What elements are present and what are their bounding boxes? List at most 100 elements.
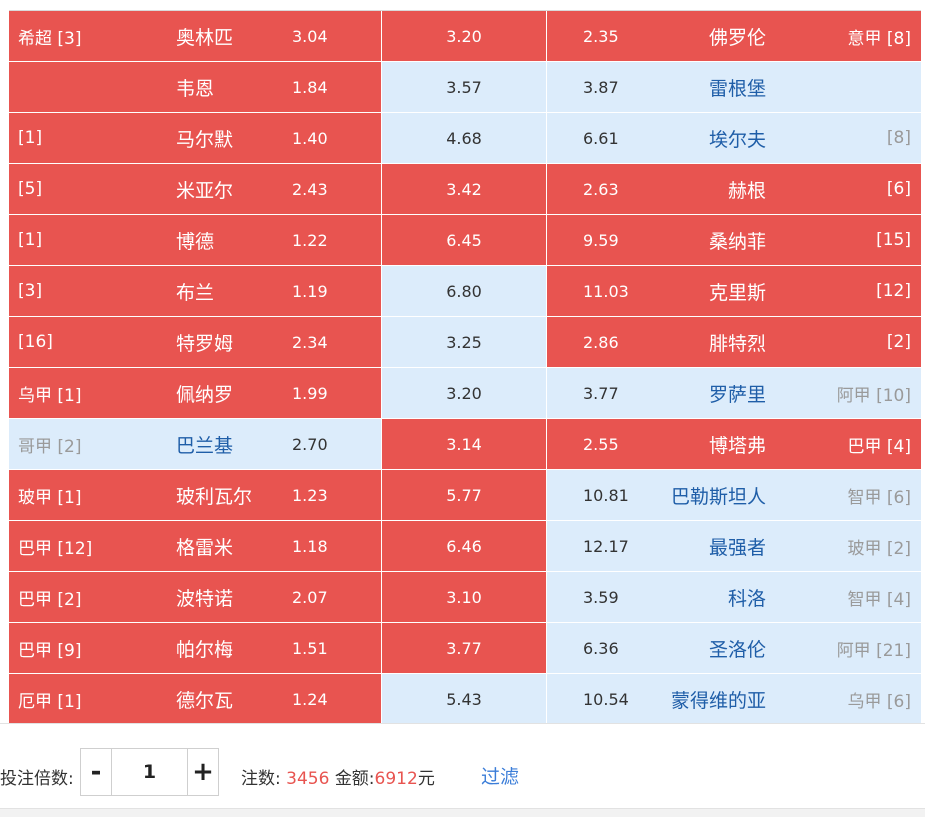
minus-button[interactable]: - [81, 749, 111, 795]
draw-option[interactable]: 3.25 [382, 317, 547, 367]
away-win-option[interactable]: 3.87 雷根堡 [547, 62, 921, 112]
away-win-odds: 6.36 [583, 638, 619, 658]
plus-button[interactable]: + [188, 749, 218, 795]
away-win-odds: 12.17 [583, 536, 629, 556]
match-row: 巴甲 [2] 波特诺 2.07 3.10 3.59 科洛 智甲 [4] [9, 572, 921, 623]
home-win-option[interactable]: [1] 博德 1.22 [9, 215, 382, 265]
home-win-option[interactable]: 希超 [3] 奥林匹 3.04 [9, 11, 382, 61]
match-row: [5] 米亚尔 2.43 3.42 2.63 赫根 [6] [9, 164, 921, 215]
home-league-rank: 玻甲 [1] [18, 487, 82, 508]
draw-option[interactable]: 6.46 [382, 521, 547, 571]
draw-option[interactable]: 3.42 [382, 164, 547, 214]
away-win-odds: 9.59 [583, 230, 619, 250]
away-team-name: 博塔弗 [708, 434, 766, 457]
away-win-option[interactable]: 3.77 罗萨里 阿甲 [10] [547, 368, 921, 418]
away-win-option[interactable]: 6.36 圣洛伦 阿甲 [21] [547, 623, 921, 673]
home-win-option[interactable]: 玻甲 [1] 玻利瓦尔 1.23 [9, 470, 382, 520]
away-win-odds: 3.77 [583, 383, 619, 403]
home-win-odds: 1.84 [292, 77, 328, 97]
away-win-option[interactable]: 2.35 佛罗伦 意甲 [8] [547, 11, 921, 61]
draw-odds: 6.80 [446, 281, 482, 301]
filter-link[interactable]: 过滤 [481, 762, 519, 789]
home-win-option[interactable]: 韦恩 1.84 [9, 62, 382, 112]
home-win-option[interactable]: 巴甲 [9] 帕尔梅 1.51 [9, 623, 382, 673]
count-label: 注数: [241, 769, 281, 789]
away-win-option[interactable]: 3.59 科洛 智甲 [4] [547, 572, 921, 622]
draw-odds: 3.20 [446, 383, 482, 403]
draw-option[interactable]: 3.10 [382, 572, 547, 622]
home-league-rank: 巴甲 [9] [18, 640, 82, 661]
home-league-rank: 厄甲 [1] [18, 691, 82, 712]
draw-option[interactable]: 3.14 [382, 419, 547, 469]
home-team-name: 巴兰基 [176, 434, 234, 457]
away-win-option[interactable]: 2.86 腓特烈 [2] [547, 317, 921, 367]
away-league-rank: 阿甲 [21] [836, 640, 911, 661]
away-win-odds: 11.03 [583, 281, 629, 301]
away-win-odds: 2.63 [583, 179, 619, 199]
draw-option[interactable]: 6.45 [382, 215, 547, 265]
draw-odds: 5.77 [446, 485, 482, 505]
draw-option[interactable]: 3.20 [382, 368, 547, 418]
home-win-option[interactable]: [1] 马尔默 1.40 [9, 113, 382, 163]
draw-option[interactable]: 3.57 [382, 62, 547, 112]
away-team-name: 蒙得维的亚 [670, 689, 766, 712]
away-league-rank: 阿甲 [10] [836, 385, 911, 406]
away-win-option[interactable]: 11.03 克里斯 [12] [547, 266, 921, 316]
home-win-option[interactable]: 厄甲 [1] 德尔瓦 1.24 [9, 674, 382, 724]
match-row: [1] 马尔默 1.40 4.68 6.61 埃尔夫 [8] [9, 113, 921, 164]
away-win-option[interactable]: 9.59 桑纳菲 [15] [547, 215, 921, 265]
away-league-rank: [2] [886, 332, 911, 352]
draw-odds: 3.10 [446, 587, 482, 607]
away-win-option[interactable]: 6.61 埃尔夫 [8] [547, 113, 921, 163]
home-win-odds: 2.07 [292, 587, 328, 607]
bet-selection-page: 希超 [3] 奥林匹 3.04 3.20 2.35 佛罗伦 意甲 [8] 韦恩 1.84 3.57… [0, 0, 925, 817]
home-league-rank: [5] [18, 179, 43, 199]
away-league-rank: [6] [886, 179, 911, 199]
match-row: 巴甲 [9] 帕尔梅 1.51 3.77 6.36 圣洛伦 阿甲 [21] [9, 623, 921, 674]
bet-footer: 投注倍数: - 1 + 注数: 3456 金额:6912元 过滤 [0, 723, 925, 809]
away-win-option[interactable]: 2.63 赫根 [6] [547, 164, 921, 214]
home-win-option[interactable]: [3] 布兰 1.19 [9, 266, 382, 316]
away-win-odds: 2.55 [583, 434, 619, 454]
away-win-option[interactable]: 2.55 博塔弗 巴甲 [4] [547, 419, 921, 469]
home-win-option[interactable]: [16] 特罗姆 2.34 [9, 317, 382, 367]
away-win-odds: 10.54 [583, 689, 629, 709]
home-win-option[interactable]: 巴甲 [12] 格雷米 1.18 [9, 521, 382, 571]
away-league-rank: [8] [886, 128, 911, 148]
match-table: 希超 [3] 奥林匹 3.04 3.20 2.35 佛罗伦 意甲 [8] 韦恩 1.84 3.57… [9, 10, 921, 725]
away-win-option[interactable]: 10.54 蒙得维的亚 乌甲 [6] [547, 674, 921, 724]
home-league-rank: 希超 [3] [18, 28, 82, 49]
draw-odds: 3.57 [446, 77, 482, 97]
away-team-name: 桑纳菲 [708, 230, 766, 253]
draw-option[interactable]: 5.43 [382, 674, 547, 724]
draw-option[interactable]: 3.77 [382, 623, 547, 673]
away-team-name: 雷根堡 [708, 77, 766, 100]
home-league-rank: 巴甲 [12] [18, 538, 93, 559]
home-team-name: 帕尔梅 [176, 638, 234, 661]
away-win-option[interactable]: 10.81 巴勒斯坦人 智甲 [6] [547, 470, 921, 520]
draw-option[interactable]: 6.80 [382, 266, 547, 316]
home-win-option[interactable]: 哥甲 [2] 巴兰基 2.70 [9, 419, 382, 469]
away-team-name: 赫根 [727, 179, 766, 202]
away-win-option[interactable]: 12.17 最强者 玻甲 [2] [547, 521, 921, 571]
multiplier-input[interactable]: 1 [111, 749, 188, 795]
away-team-name: 埃尔夫 [708, 128, 766, 151]
home-team-name: 特罗姆 [176, 332, 234, 355]
home-league-rank: [16] [18, 332, 53, 352]
draw-option[interactable]: 5.77 [382, 470, 547, 520]
home-win-option[interactable]: 乌甲 [1] 佩纳罗 1.99 [9, 368, 382, 418]
draw-option[interactable]: 3.20 [382, 11, 547, 61]
draw-odds: 3.14 [446, 434, 482, 454]
home-win-odds: 1.22 [292, 230, 328, 250]
draw-option[interactable]: 4.68 [382, 113, 547, 163]
match-row: [16] 特罗姆 2.34 3.25 2.86 腓特烈 [2] [9, 317, 921, 368]
home-league-rank: 乌甲 [1] [18, 385, 82, 406]
home-win-odds: 1.24 [292, 689, 328, 709]
away-league-rank: 意甲 [8] [847, 28, 911, 49]
home-league-rank: [3] [18, 281, 43, 301]
home-win-option[interactable]: [5] 米亚尔 2.43 [9, 164, 382, 214]
home-win-option[interactable]: 巴甲 [2] 波特诺 2.07 [9, 572, 382, 622]
away-team-name: 腓特烈 [708, 332, 766, 355]
home-win-odds: 1.51 [292, 638, 328, 658]
amount-value: 6912 [374, 769, 418, 789]
